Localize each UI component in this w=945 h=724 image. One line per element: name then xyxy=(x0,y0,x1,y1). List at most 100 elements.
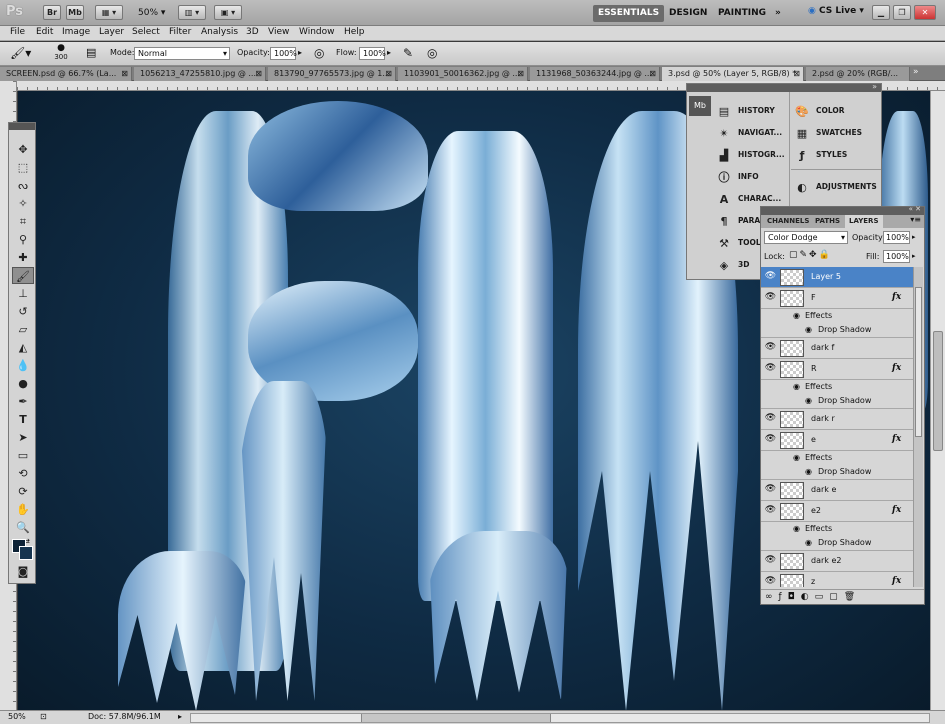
doc-tab[interactable]: 1131968_50363244.jpg @ ... ⊠ xyxy=(530,67,660,81)
minibridge-button[interactable]: Mb xyxy=(66,5,84,20)
eyedropper-tool-icon[interactable]: ⚲ xyxy=(12,231,34,248)
doc-tab[interactable]: 1103901_50016362.jpg @ ... ⊠ xyxy=(398,67,528,81)
layer-row[interactable]: 👁 Layer 5 xyxy=(761,267,913,288)
opacity-input[interactable]: 100% xyxy=(270,47,297,60)
doc-tab-active[interactable]: 3.psd @ 50% (Layer 5, RGB/8) * ⊠ xyxy=(662,67,804,81)
link-layers-icon[interactable]: ∞ xyxy=(765,592,779,602)
eye-icon[interactable]: 👁 xyxy=(764,363,777,375)
blend-mode-select[interactable]: Color Dodge ▾ xyxy=(764,231,848,244)
workspace-painting[interactable]: PAINTING xyxy=(713,5,771,22)
layer-row[interactable]: 👁 z fx xyxy=(761,572,913,587)
panel-3d[interactable]: ◈ 3D xyxy=(717,254,750,275)
eye-icon[interactable]: 👁 xyxy=(764,342,777,354)
zoom-tool-icon[interactable]: 🔍 xyxy=(12,519,34,536)
crop-tool-icon[interactable]: ⌗ xyxy=(12,213,34,230)
panel-navigator[interactable]: ✴ NAVIGAT... xyxy=(717,122,782,143)
fx-icon[interactable]: fx xyxy=(892,363,901,373)
scrollbar-thumb[interactable] xyxy=(933,331,943,451)
fill-arrow-button[interactable]: ▸ xyxy=(912,252,916,260)
workspace-design[interactable]: DESIGN xyxy=(664,5,712,22)
fx-icon[interactable]: fx xyxy=(892,505,901,515)
type-tool-icon[interactable]: T xyxy=(12,411,34,428)
close-tab-icon[interactable]: ⊠ xyxy=(649,67,656,80)
hand-tool-icon[interactable]: ✋ xyxy=(12,501,34,518)
eye-icon[interactable]: 👁 xyxy=(764,505,777,517)
doc-tab[interactable]: SCREEN.psd @ 66.7% (La... ⊠ xyxy=(0,67,132,81)
flow-input[interactable]: 100% xyxy=(359,47,386,60)
menu-image[interactable]: Image xyxy=(62,27,90,37)
status-zoom-icon[interactable]: ⊡ xyxy=(40,712,47,721)
clone-stamp-tool-icon[interactable]: ⊥ xyxy=(12,285,34,302)
menu-layer[interactable]: Layer xyxy=(99,27,124,37)
airbrush-icon[interactable]: ✎ xyxy=(403,46,413,60)
opacity-arrow-button[interactable]: ▸ xyxy=(298,48,302,57)
close-tab-icon[interactable]: ⊠ xyxy=(385,67,392,80)
eye-icon[interactable]: ◉ xyxy=(805,325,812,334)
effects-row[interactable]: ◉ Effects xyxy=(761,309,913,323)
eye-icon[interactable]: 👁 xyxy=(764,484,777,496)
effects-row[interactable]: ◉ Effects xyxy=(761,451,913,465)
eye-icon[interactable]: ◉ xyxy=(805,538,812,547)
tools-panel-header[interactable] xyxy=(9,123,35,130)
layer-row[interactable]: 👁 e fx xyxy=(761,430,913,451)
layers-scrollbar[interactable] xyxy=(913,267,923,587)
layer-row[interactable]: 👁 dark r xyxy=(761,409,913,430)
eye-icon[interactable]: 👁 xyxy=(764,413,777,425)
menu-file[interactable]: File xyxy=(10,27,25,37)
effects-row[interactable]: ◉ Effects xyxy=(761,380,913,394)
paint-bucket-tool-icon[interactable]: ◭ xyxy=(12,339,34,356)
layer-row[interactable]: 👁 e2 fx xyxy=(761,501,913,522)
effects-row[interactable]: ◉ Effects xyxy=(761,522,913,536)
doc-tab[interactable]: 813790_97765573.jpg @ 1... ⊠ xyxy=(268,67,396,81)
menu-window[interactable]: Window xyxy=(299,27,335,37)
panel-adjustments[interactable]: ◐ ADJUSTMENTS xyxy=(795,176,877,197)
effect-row[interactable]: ◉ Drop Shadow xyxy=(761,465,913,480)
tab-layers[interactable]: LAYERS xyxy=(845,215,883,228)
flow-arrow-button[interactable]: ▸ xyxy=(387,48,391,57)
effect-row[interactable]: ◉ Drop Shadow xyxy=(761,536,913,551)
effect-row[interactable]: ◉ Drop Shadow xyxy=(761,323,913,338)
eye-icon[interactable]: 👁 xyxy=(764,555,777,567)
vertical-scrollbar[interactable] xyxy=(930,91,945,710)
bridge-button[interactable]: Br xyxy=(43,5,61,20)
adjustment-layer-icon[interactable]: ◐ xyxy=(801,592,815,602)
panel-color[interactable]: 🎨 COLOR xyxy=(795,100,844,121)
3d-orbit-tool-icon[interactable]: ⟳ xyxy=(12,483,34,500)
eye-icon[interactable]: 👁 xyxy=(764,576,777,587)
arrange-documents-button[interactable]: ▥ ▾ xyxy=(178,5,206,20)
dock-header[interactable]: » xyxy=(687,82,881,92)
lock-options-icons[interactable]: ▢✎✥🔒 xyxy=(789,250,832,260)
fx-icon[interactable]: fx xyxy=(892,434,901,444)
layer-row[interactable]: 👁 dark e xyxy=(761,480,913,501)
more-workspaces-button[interactable]: » xyxy=(770,5,786,22)
eye-icon[interactable]: ◉ xyxy=(805,396,812,405)
workspace-essentials[interactable]: ESSENTIALS xyxy=(593,5,665,22)
background-color-swatch[interactable] xyxy=(19,546,33,560)
fx-icon[interactable]: fx xyxy=(892,576,901,586)
marquee-tool-icon[interactable]: ⬚ xyxy=(12,159,34,176)
panel-history[interactable]: ▤ HISTORY xyxy=(717,100,775,121)
move-tool-icon[interactable]: ✥ xyxy=(12,141,34,158)
panel-histogram[interactable]: ▟ HISTOGR... xyxy=(717,144,785,165)
doc-tab[interactable]: 2.psd @ 20% (RGB/... xyxy=(806,67,910,81)
fill-input[interactable]: 100% xyxy=(883,250,910,263)
mode-select[interactable]: Normal ▾ xyxy=(134,47,230,60)
menu-select[interactable]: Select xyxy=(132,27,160,37)
panel-info[interactable]: ⓘ INFO xyxy=(717,166,759,187)
add-style-icon[interactable]: ƒ xyxy=(779,592,788,602)
panel-swatches[interactable]: ▦ SWATCHES xyxy=(795,122,862,143)
menu-view[interactable]: View xyxy=(268,27,289,37)
dodge-tool-icon[interactable]: ● xyxy=(12,375,34,392)
cs-live-button[interactable]: ◉ CS Live ▾ xyxy=(808,6,864,16)
healing-brush-tool-icon[interactable]: ✚ xyxy=(12,249,34,266)
status-zoom[interactable]: 50% xyxy=(8,712,26,721)
quick-mask-icon[interactable]: ◙ xyxy=(12,563,34,580)
panel-menu-icon[interactable]: ▾≡ xyxy=(910,215,921,224)
brush-tool-icon[interactable]: 🖌 xyxy=(12,267,34,284)
path-selection-tool-icon[interactable]: ➤ xyxy=(12,429,34,446)
blur-tool-icon[interactable]: 💧 xyxy=(12,357,34,374)
layer-row[interactable]: 👁 Rfx xyxy=(761,359,913,380)
menu-help[interactable]: Help xyxy=(344,27,365,37)
brush-tool-preset-icon[interactable]: 🖌▾ xyxy=(10,46,31,60)
eye-icon[interactable]: 👁 xyxy=(764,271,777,283)
